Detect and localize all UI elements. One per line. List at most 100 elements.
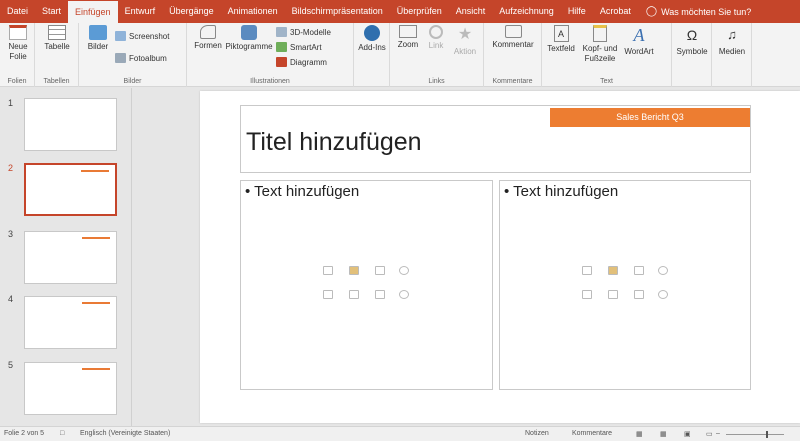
header-footer-icon — [593, 25, 607, 42]
chart-icon — [276, 57, 287, 67]
action-button[interactable]: ★ Aktion — [450, 25, 480, 57]
group-label-bilder: Bilder — [123, 78, 142, 85]
screenshot-icon — [115, 31, 126, 41]
zoom-slider[interactable] — [726, 434, 784, 435]
insert-smartart-icon[interactable] — [375, 266, 385, 275]
tab-einfuegen[interactable]: Einfügen — [68, 1, 118, 23]
insert-table-icon[interactable] — [323, 266, 333, 275]
spellcheck-icon[interactable]: □ — [60, 430, 64, 437]
thumbnail-badge — [82, 302, 110, 304]
zoom-slider-knob[interactable] — [766, 431, 768, 438]
zoom-button[interactable]: Zoom — [394, 25, 422, 50]
content-placeholder-right[interactable]: • Text hinzufügen — [499, 180, 751, 390]
link-button[interactable]: Link — [424, 25, 448, 51]
slide-editor: Titel hinzufügen Sales Bericht Q3 • Text… — [133, 88, 800, 426]
link-icon — [429, 25, 443, 39]
insert-3d-model-icon[interactable] — [399, 266, 409, 275]
thumbnail-badge — [82, 237, 110, 239]
thumbnail-number: 5 — [8, 360, 14, 370]
insert-table-icon[interactable] — [582, 266, 592, 275]
tab-datei[interactable]: Datei — [0, 0, 35, 23]
insert-picture-icon[interactable] — [323, 290, 333, 299]
insert-video-icon[interactable] — [375, 290, 385, 299]
content-placeholder-left[interactable]: • Text hinzufügen — [240, 180, 493, 390]
new-slide-button[interactable]: Neue Folie — [4, 25, 32, 62]
table-label: Tabelle — [44, 42, 70, 51]
table-button[interactable]: Tabelle — [43, 25, 71, 52]
tab-entwurf[interactable]: Entwurf — [118, 0, 163, 23]
insert-chart-icon[interactable] — [349, 266, 359, 275]
insert-online-picture-icon[interactable] — [608, 290, 618, 299]
pictures-button[interactable]: Bilder — [84, 25, 112, 52]
addins-button[interactable]: Add-Ins — [358, 25, 386, 53]
slideshow-icon[interactable]: ▭ — [706, 430, 713, 438]
photo-album-label: Fotoalbum — [129, 53, 167, 63]
ribbon: Neue Folie Folien Tabelle Tabellen Bilde… — [0, 23, 800, 87]
group-bilder: Bilder Screenshot Fotoalbum Bilder — [79, 23, 187, 87]
status-bar: Folie 2 von 5 □ Englisch (Vereinigte Sta… — [0, 426, 800, 441]
slide-thumbnail-2[interactable] — [24, 163, 117, 216]
action-label: Aktion — [453, 47, 477, 56]
chart-button[interactable]: Diagramm — [276, 57, 327, 67]
tab-start[interactable]: Start — [35, 0, 68, 23]
insert-picture-icon[interactable] — [582, 290, 592, 299]
zoom-out-icon[interactable]: – — [716, 430, 720, 437]
insert-3d-model-icon[interactable] — [658, 266, 668, 275]
insert-online-picture-icon[interactable] — [349, 290, 359, 299]
tell-me-text: Was möchten Sie tun? — [661, 6, 752, 17]
group-label-tabellen: Tabellen — [43, 78, 70, 85]
tab-uebergaenge[interactable]: Übergänge — [162, 0, 221, 23]
tab-ansicht[interactable]: Ansicht — [449, 0, 493, 23]
normal-view-icon[interactable]: ▦ — [636, 430, 643, 438]
shapes-button[interactable]: Formen — [191, 25, 225, 51]
symbols-button[interactable]: Ω Symbole — [675, 25, 709, 57]
insert-icons-right — [582, 266, 672, 306]
header-footer-button[interactable]: Kopf- und Fußzeile — [578, 25, 622, 64]
textbox-icon: A — [553, 25, 569, 42]
slide-thumbnail-3[interactable] — [24, 231, 117, 284]
tell-me-box[interactable]: ◯ Was möchten Sie tun? — [646, 6, 751, 17]
tab-bildschirmpraesentation[interactable]: Bildschirmpräsentation — [285, 0, 390, 23]
media-button[interactable]: ♫ Medien — [716, 25, 748, 57]
link-label: Link — [428, 41, 444, 50]
screenshot-button[interactable]: Screenshot — [115, 31, 169, 41]
group-addins: Add-Ins — [354, 23, 390, 87]
group-folien: Neue Folie Folien — [0, 23, 35, 87]
comments-button[interactable]: Kommentare — [572, 430, 612, 437]
thumbnail-number: 2 — [8, 163, 14, 173]
tab-acrobat[interactable]: Acrobat — [593, 0, 638, 23]
reading-view-icon[interactable]: ▣ — [684, 430, 691, 438]
group-label-text: Text — [600, 78, 613, 85]
insert-icon-icon[interactable] — [399, 290, 409, 299]
photo-album-button[interactable]: Fotoalbum — [115, 53, 167, 63]
3d-models-button[interactable]: 3D-Modelle — [276, 27, 331, 37]
chart-label: Diagramm — [290, 57, 327, 67]
thumbnail-badge — [81, 170, 109, 172]
pictures-icon — [89, 25, 107, 40]
comment-button[interactable]: Kommentar — [490, 25, 536, 50]
thumbnail-number: 1 — [8, 98, 14, 108]
group-medien: ♫ Medien — [712, 23, 752, 87]
notes-button[interactable]: Notizen — [525, 430, 549, 437]
icons-button[interactable]: Piktogramme — [224, 25, 274, 52]
tab-ueberpruefen[interactable]: Überprüfen — [390, 0, 449, 23]
insert-video-icon[interactable] — [634, 290, 644, 299]
insert-smartart-icon[interactable] — [634, 266, 644, 275]
slide: Titel hinzufügen Sales Bericht Q3 • Text… — [200, 91, 800, 423]
slide-sorter-icon[interactable]: ▦ — [660, 430, 667, 438]
textbox-button[interactable]: A Textfeld — [545, 25, 577, 54]
tab-aufzeichnung[interactable]: Aufzeichnung — [492, 0, 561, 23]
insert-icon-icon[interactable] — [658, 290, 668, 299]
tab-hilfe[interactable]: Hilfe — [561, 0, 593, 23]
wordart-button[interactable]: A WordArt — [622, 25, 656, 57]
language-indicator[interactable]: Englisch (Vereinigte Staaten) — [80, 430, 170, 437]
slide-thumbnail-1[interactable] — [24, 98, 117, 151]
shapes-icon — [200, 25, 216, 39]
tab-animationen[interactable]: Animationen — [221, 0, 285, 23]
sales-badge[interactable]: Sales Bericht Q3 — [550, 108, 750, 127]
smartart-button[interactable]: SmartArt — [276, 42, 322, 52]
insert-chart-icon[interactable] — [608, 266, 618, 275]
slide-thumbnail-5[interactable] — [24, 362, 117, 415]
comment-label: Kommentar — [492, 40, 534, 49]
slide-thumbnail-4[interactable] — [24, 296, 117, 349]
